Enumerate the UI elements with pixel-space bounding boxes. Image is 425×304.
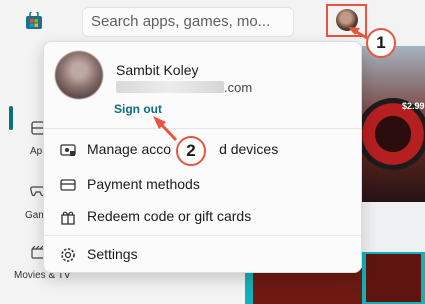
redeem-code-menu-item[interactable]: Redeem code or gift cards (44, 202, 361, 232)
divider (44, 235, 361, 236)
microsoft-store-logo-icon (26, 12, 42, 29)
profile-picture (55, 51, 103, 99)
sign-out-link[interactable]: Sign out (114, 102, 162, 116)
search-input[interactable]: Search apps, games, mo... (82, 7, 294, 37)
email-redaction (116, 81, 224, 93)
nav-selection-indicator (9, 106, 13, 130)
gear-icon (61, 248, 75, 262)
user-name: Sambit Koley (116, 62, 199, 78)
title-bar: Search apps, games, mo... (0, 0, 425, 44)
settings-label: Settings (87, 246, 138, 262)
payment-methods-menu-item[interactable]: Payment methods (44, 170, 361, 200)
promo-tile-lower (245, 268, 362, 304)
nav-label-apps[interactable]: Ap (30, 146, 42, 157)
redeem-code-label: Redeem code or gift cards (87, 208, 252, 224)
step-1-callout: 1 (366, 28, 396, 58)
divider (44, 128, 361, 129)
step-2-callout: 2 (176, 136, 206, 166)
hero-image (362, 46, 425, 202)
payment-methods-label: Payment methods (87, 176, 200, 192)
user-email: .com (116, 80, 252, 95)
avatar (336, 9, 358, 31)
price-badge: $2.99 (402, 101, 425, 111)
promo-tile (362, 252, 425, 304)
manage-account-icon (60, 144, 76, 156)
account-avatar-button[interactable] (326, 4, 367, 37)
settings-menu-item[interactable]: Settings (44, 240, 361, 270)
card-icon (60, 179, 76, 191)
gift-icon (61, 211, 75, 225)
background-content (362, 44, 425, 304)
